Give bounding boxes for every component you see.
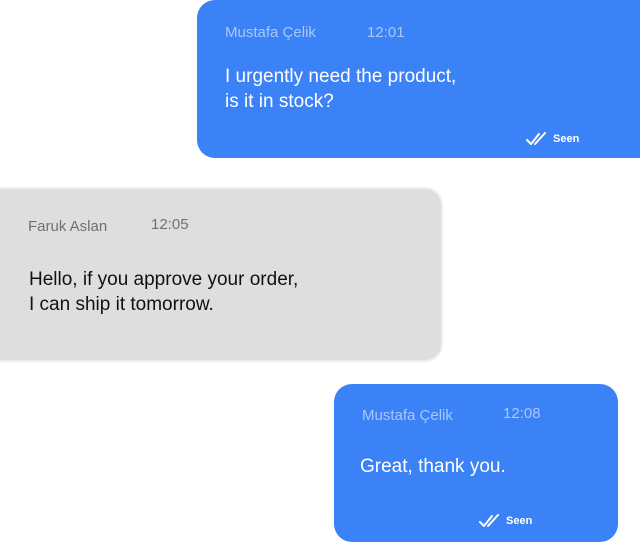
message-text: Great, thank you. — [360, 454, 506, 479]
read-receipt: Seen — [479, 514, 532, 528]
message-text-line: I urgently need the product, — [225, 66, 457, 87]
double-check-icon — [526, 132, 548, 146]
message-bubble-incoming[interactable]: Faruk Aslan 12:05 Hello, if you approve … — [0, 187, 443, 362]
message-text-line: is it in stock? — [225, 91, 334, 112]
message-text-line: Hello, if you approve your order, — [29, 269, 299, 290]
message-text-line: Great, thank you. — [360, 456, 506, 477]
message-bubble-outgoing[interactable]: Mustafa Çelik 12:08 Great, thank you. Se… — [334, 384, 618, 542]
message-bubble-outgoing[interactable]: Mustafa Çelik 12:01 I urgently need the … — [197, 0, 640, 158]
sender-name: Mustafa Çelik — [362, 407, 453, 424]
read-receipt: Seen — [526, 132, 579, 146]
message-text: Hello, if you approve your order, I can … — [29, 267, 298, 317]
read-status-label: Seen — [506, 515, 533, 527]
sender-name: Faruk Aslan — [28, 218, 108, 235]
read-status-label: Seen — [553, 133, 580, 145]
message-time: 12:08 — [503, 405, 541, 422]
message-time: 12:01 — [367, 24, 405, 41]
message-text-line: I can ship it tomorrow. — [29, 294, 214, 315]
message-time: 12:05 — [151, 216, 189, 233]
sender-name: Mustafa Çelik — [225, 24, 316, 41]
message-text: I urgently need the product, is it in st… — [225, 64, 456, 114]
double-check-icon — [479, 514, 501, 528]
